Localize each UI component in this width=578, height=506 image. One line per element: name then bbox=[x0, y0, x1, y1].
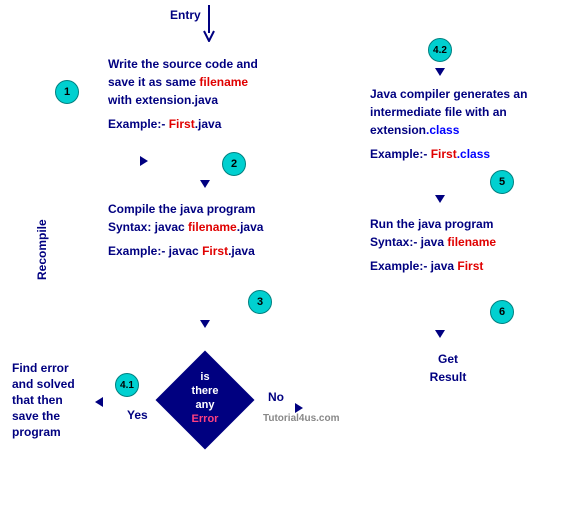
s5-syntax: Syntax:- java filename bbox=[370, 233, 570, 251]
s42-2: intermediate file with an bbox=[370, 103, 570, 121]
s41-3: that then bbox=[12, 392, 92, 408]
badge-3: 3 bbox=[248, 290, 272, 314]
step2-box: Compile the java program Syntax: javac f… bbox=[108, 200, 328, 260]
s5-1: Run the java program bbox=[370, 215, 570, 233]
step1-box: Write the source code and save it as sam… bbox=[108, 55, 308, 133]
step5-box: Run the java program Syntax:- java filen… bbox=[370, 215, 570, 275]
step2-ex: Example:- javac First.java bbox=[108, 242, 328, 260]
s41-5: program bbox=[12, 424, 92, 440]
s41-4: save the bbox=[12, 408, 92, 424]
arrow-2-3 bbox=[200, 320, 210, 328]
step41-box: Find error and solved that then save the… bbox=[12, 360, 92, 440]
step1-ex: Example:- First.java bbox=[108, 115, 308, 133]
entry-label: Entry bbox=[170, 8, 201, 22]
step2-l1: Compile the java program bbox=[108, 200, 328, 218]
arrow-entry-line bbox=[208, 5, 210, 33]
step1-l2: save it as same filename bbox=[108, 73, 308, 91]
decision-text: is there any Error bbox=[160, 370, 250, 426]
s42-ex: Example:- First.class bbox=[370, 145, 570, 163]
recompile-label: Recompile bbox=[35, 219, 49, 280]
arrow-entry-head bbox=[203, 30, 215, 45]
badge-5: 5 bbox=[490, 170, 514, 194]
no-label: No bbox=[268, 390, 284, 404]
badge-2: 2 bbox=[222, 152, 246, 176]
arrow-5-down bbox=[435, 195, 445, 203]
s5-ex: Example:- java First bbox=[370, 257, 570, 275]
s42-3: extension.class bbox=[370, 121, 570, 139]
s6-1: Get bbox=[418, 350, 478, 368]
arrow-6-down bbox=[435, 330, 445, 338]
s6-2: Result bbox=[418, 368, 478, 386]
step1-l3: with extension.java bbox=[108, 91, 308, 109]
step1-l1: Write the source code and bbox=[108, 55, 308, 73]
step2-syntax: Syntax: javac filename.java bbox=[108, 218, 328, 236]
badge-4-1: 4.1 bbox=[115, 373, 139, 397]
badge-1: 1 bbox=[55, 80, 79, 104]
yes-label: Yes bbox=[127, 408, 148, 422]
badge-6: 6 bbox=[490, 300, 514, 324]
arrow-1-2-b bbox=[200, 180, 210, 188]
s42-1: Java compiler generates an bbox=[370, 85, 570, 103]
s41-1: Find error bbox=[12, 360, 92, 376]
arrow-1-2-a bbox=[140, 156, 148, 166]
step6-box: Get Result bbox=[418, 350, 478, 386]
arrow-42-down bbox=[435, 68, 445, 76]
step42-box: Java compiler generates an intermediate … bbox=[370, 85, 570, 163]
arrow-no bbox=[295, 403, 303, 413]
watermark: Tutorial4us.com bbox=[263, 413, 340, 424]
s41-2: and solved bbox=[12, 376, 92, 392]
badge-4-2: 4.2 bbox=[428, 38, 452, 62]
arrow-yes bbox=[95, 397, 103, 407]
